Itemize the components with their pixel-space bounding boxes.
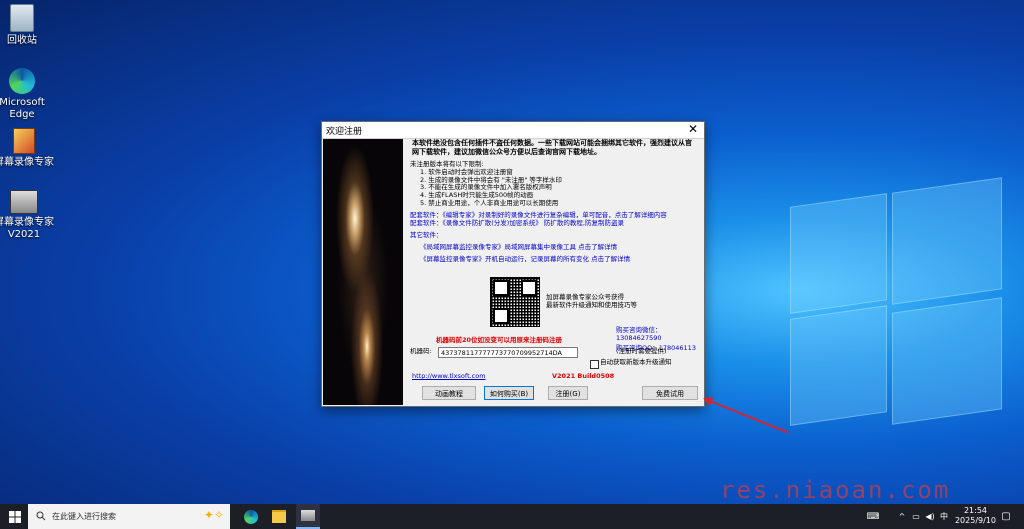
start-button[interactable] xyxy=(4,504,26,529)
companion-links: 配套软件：《编辑专家》对录制好的录像文件进行复杂编辑，单可配音，点击了解详细内容… xyxy=(410,211,667,228)
desktop-icon-screen-recorder-v2021[interactable]: 屏幕录像专家 V2021 xyxy=(0,190,54,241)
taskbar-screen-recorder[interactable] xyxy=(296,504,320,529)
desktop-icon-recycle-bin[interactable]: 回收站 xyxy=(0,4,52,47)
watermark-text: res.niaoan.com xyxy=(720,476,951,504)
sparkle-icon: ✦✧ xyxy=(203,508,224,522)
taskbar-clock[interactable]: 21:54 2025/9/10 xyxy=(955,506,996,526)
windows-logo-wallpaper xyxy=(790,160,1002,460)
link-lan-monitor[interactable]: 《局域网屏幕监控录像专家》局域网屏幕集中录像工具 点击了解详情 xyxy=(420,243,630,252)
taskbar-edge[interactable] xyxy=(240,504,262,529)
link-screen-monitor[interactable]: 《屏幕监控录像专家》开机自动运行，记录屏幕的所有变化 点击了解详情 xyxy=(420,255,630,264)
machine-code-label: 机器码: xyxy=(410,347,432,355)
network-icon[interactable]: ▭ xyxy=(910,504,922,529)
edge-icon xyxy=(244,509,258,524)
link-encryption-system[interactable]: 配套软件：《录像文件防扩散(分发)加密系统》 防扩散的教程,防复制防盗录 xyxy=(410,219,667,228)
dialog-title: 欢迎注册 xyxy=(326,127,363,137)
tutorial-button[interactable]: 动画教程 xyxy=(422,386,476,400)
contact-wechat: 购买咨询微信：13084627590 xyxy=(616,326,662,342)
input-language[interactable]: 中 xyxy=(938,504,950,529)
app-icon xyxy=(301,510,315,521)
recycle-bin-icon xyxy=(10,4,34,32)
taskbar-search-box[interactable]: 在此键入进行搜索 ✦✧ xyxy=(28,504,230,529)
desktop-icon-label: 屏幕录像专家 V2021 xyxy=(0,217,54,240)
edge-icon xyxy=(9,68,35,94)
version-label: V2021 Build0508 xyxy=(552,372,615,380)
desktop-icon-label: 屏幕录像专家 xyxy=(0,157,54,168)
folder-icon xyxy=(272,510,286,523)
free-trial-button[interactable]: 免费试用 xyxy=(642,386,698,400)
search-placeholder: 在此键入进行搜索 xyxy=(52,512,116,521)
app-icon xyxy=(10,190,38,214)
website-link[interactable]: http://www.tlxsoft.com xyxy=(412,372,486,381)
qr-caption: 加屏幕录像专家公众号获得 最新软件升级通知和使用技巧等 xyxy=(546,293,637,309)
other-links: 《局域网屏幕监控录像专家》局域网屏幕集中录像工具 点击了解详情 《屏幕监控录像专… xyxy=(420,243,630,264)
dialog-titlebar[interactable]: 欢迎注册 ✕ xyxy=(322,122,704,139)
taskbar-file-explorer[interactable] xyxy=(268,504,290,529)
desktop-icon-screen-recorder[interactable]: 屏幕录像专家 xyxy=(0,128,54,169)
desktop-icon-label: 回收站 xyxy=(7,35,37,46)
auto-update-checkbox[interactable] xyxy=(590,360,599,369)
machine-code-field[interactable]: 437378117777773770709952714DA xyxy=(438,347,578,358)
close-icon[interactable]: ✕ xyxy=(688,122,698,136)
windows-start-icon xyxy=(9,510,21,523)
search-icon xyxy=(36,511,46,521)
desktop-icon-edge[interactable]: Microsoft Edge xyxy=(0,68,52,121)
limits-section: 未注册版本将有以下限制: 1. 软件启动时会弹出欢迎注册窗 2. 生成的录像文件… xyxy=(410,160,562,208)
clock-time: 21:54 xyxy=(963,506,988,515)
galaxy-image xyxy=(323,139,403,405)
wechat-qr-code xyxy=(490,277,540,327)
register-button[interactable]: 注册(G) xyxy=(548,386,588,400)
volume-icon[interactable]: ◀) xyxy=(924,504,936,529)
chevron-up-icon[interactable]: ^ xyxy=(896,504,908,529)
auto-update-label: 自动获取新版本升级通知 xyxy=(600,358,672,366)
app-icon xyxy=(13,128,35,154)
clock-date: 2025/9/10 xyxy=(954,516,996,525)
registration-dialog: 欢迎注册 ✕ 本软件绝没包含任何插件不盗任何数据。一些下载网站可能会捆绑其它软件… xyxy=(321,121,705,407)
other-software-title: 其它软件： xyxy=(410,231,443,239)
limit-item: 5. 禁止商业用途，个人非商业用途可以长期使用 xyxy=(420,198,559,207)
how-to-buy-button[interactable]: 如何购买(B) xyxy=(484,386,534,400)
taskbar: 在此键入进行搜索 ✦✧ ⌨ ^ ▭ ◀) 中 21:54 2025/9/10 ▢ xyxy=(0,504,1024,529)
desktop-icon-label: Microsoft Edge xyxy=(0,97,45,120)
keyboard-icon[interactable]: ⌨ xyxy=(866,504,880,529)
dialog-content: 本软件绝没包含任何插件不盗任何数据。一些下载网站可能会捆绑其它软件，强烈建议从官… xyxy=(406,139,700,405)
machine-code-note: (注册时需要提供) xyxy=(616,347,667,355)
notification-icon[interactable]: ▢ xyxy=(998,504,1014,529)
annotation-arrow xyxy=(704,398,789,434)
machine-code-warning: 机器码前20位如没变可以用原来注册码注册 xyxy=(436,336,563,344)
notice-text: 本软件绝没包含任何插件不盗任何数据。一些下载网站可能会捆绑其它软件，强烈建议从官… xyxy=(412,139,692,156)
